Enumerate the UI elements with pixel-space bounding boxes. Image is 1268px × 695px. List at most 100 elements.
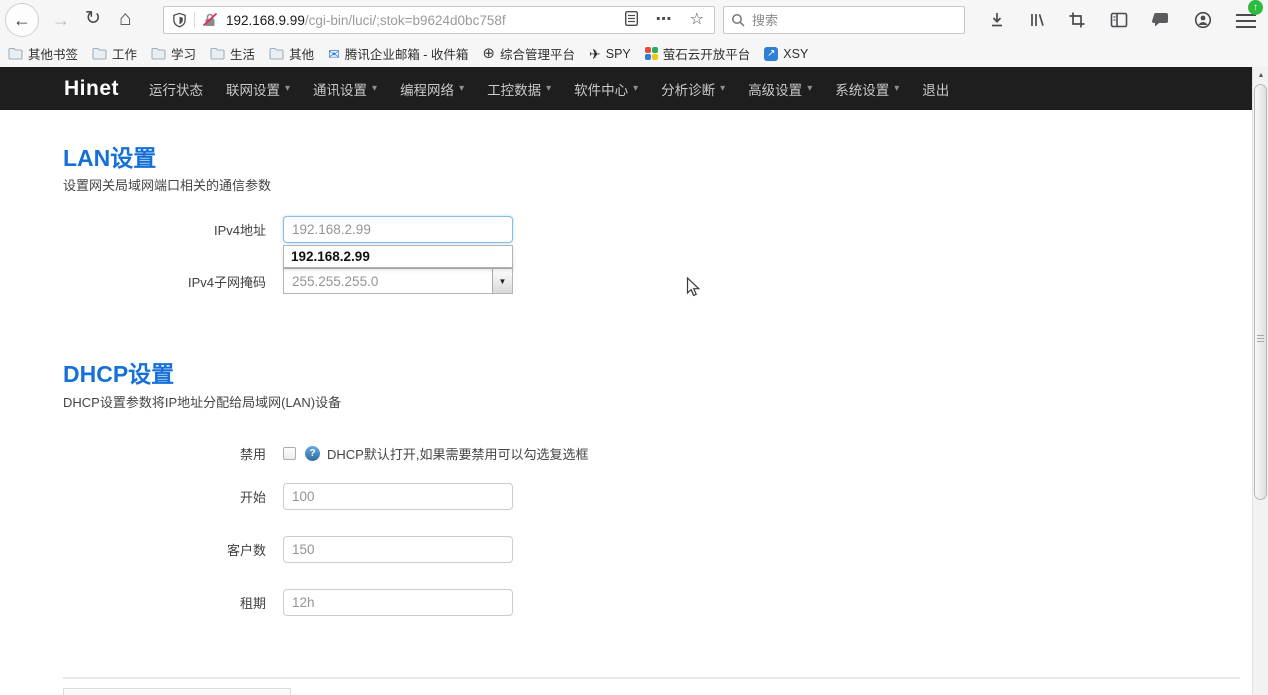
- badge-up-icon: ↑: [1253, 3, 1258, 13]
- chevron-down-icon: ▼: [499, 277, 507, 286]
- chevron-down-icon: ▾: [633, 83, 638, 94]
- select-dropdown-button[interactable]: ▼: [492, 269, 512, 293]
- netmask-select[interactable]: 255.255.255.0 ▼: [283, 268, 513, 294]
- bookmark-folder-misc[interactable]: 其他: [269, 44, 314, 63]
- bookmark-folder-life[interactable]: 生活: [210, 44, 255, 63]
- messages-icon[interactable]: [1152, 11, 1170, 29]
- chevron-down-icon: ▾: [894, 83, 899, 94]
- nav-item-system-settings[interactable]: 系统设置▾: [835, 79, 899, 99]
- next-section-partial: [63, 688, 291, 695]
- ipv4-address-input[interactable]: [283, 216, 513, 243]
- download-icon[interactable]: [988, 11, 1006, 29]
- forward-button[interactable]: →: [52, 11, 70, 29]
- scrollbar-thumb[interactable]: [1254, 84, 1267, 500]
- account-icon[interactable]: [1194, 11, 1212, 29]
- ipv4-address-row: IPv4地址: [0, 216, 513, 243]
- browser-toolbar: ← → ↻ ⌂ 192.168.9.99/cgi-bin/luci/;stok=…: [0, 0, 1268, 40]
- forward-icon: →: [52, 10, 70, 30]
- xsy-icon: ↗: [764, 47, 778, 61]
- search-input[interactable]: [752, 13, 964, 28]
- nav-item-software-center[interactable]: 软件中心▾: [574, 79, 638, 99]
- bookmark-xsy[interactable]: ↗ XSY: [764, 47, 808, 61]
- back-button[interactable]: ←: [5, 3, 39, 37]
- bookmark-ezviz-open-platform[interactable]: 萤石云开放平台: [645, 44, 751, 63]
- site-navbar: Hinet 运行状态 联网设置▾ 通讯设置▾ 编程网络▾ 工控数据▾ 软件中心▾…: [0, 67, 1252, 110]
- scroll-up-icon: ▲: [1258, 72, 1265, 79]
- globe-icon: ⊕: [482, 46, 495, 61]
- dhcp-disable-label: 禁用: [0, 444, 266, 463]
- library-icon[interactable]: [1028, 11, 1046, 29]
- bookmark-management-platform[interactable]: ⊕ 综合管理平台: [482, 44, 575, 63]
- nav-item-advanced-settings[interactable]: 高级设置▾: [748, 79, 812, 99]
- scrollbar-up-button[interactable]: ▲: [1253, 67, 1268, 84]
- home-icon: ⌂: [119, 7, 132, 30]
- update-badge[interactable]: ↑: [1248, 0, 1263, 15]
- nav-item-network-settings[interactable]: 联网设置▾: [226, 79, 290, 99]
- colorful-dots-icon: [645, 47, 658, 60]
- lan-section-subtitle: 设置网关局域网端口相关的通信参数: [63, 175, 271, 194]
- dhcp-disable-checkbox[interactable]: [283, 447, 296, 460]
- url-bar[interactable]: 192.168.9.99/cgi-bin/luci/;stok=b9624d0b…: [163, 6, 715, 34]
- page-content: Hinet 运行状态 联网设置▾ 通讯设置▾ 编程网络▾ 工控数据▾ 软件中心▾…: [0, 67, 1268, 695]
- folder-icon: [8, 47, 23, 60]
- dhcp-lease-label: 租期: [0, 593, 266, 612]
- dhcp-lease-row: 租期: [0, 589, 513, 616]
- bookmark-folder-study[interactable]: 学习: [151, 44, 196, 63]
- tracking-shield-icon[interactable]: [172, 12, 187, 28]
- url-host: 192.168.9.99: [226, 13, 305, 28]
- brand-logo[interactable]: Hinet: [64, 77, 119, 101]
- tencent-mail-icon: ✉: [328, 47, 340, 61]
- autocomplete-suggestion[interactable]: 192.168.2.99: [283, 245, 513, 268]
- folder-icon: [210, 47, 225, 60]
- bookmarks-bar: 其他书签 工作 学习 生活 其他 ✉ 腾讯企业邮箱 - 收件箱 ⊕ 综合管理平台…: [0, 40, 1268, 67]
- sidebar-toggle-icon[interactable]: [1110, 11, 1128, 29]
- folder-icon: [92, 47, 107, 60]
- bookmark-spy[interactable]: ✈ SPY: [589, 47, 631, 61]
- nav-item-programming-network[interactable]: 编程网络▾: [400, 79, 464, 99]
- dhcp-limit-row: 客户数: [0, 536, 513, 563]
- section-divider: [63, 677, 1240, 679]
- menu-icon[interactable]: [1236, 14, 1256, 28]
- page-scrollbar[interactable]: ▲: [1252, 67, 1268, 695]
- search-box[interactable]: [723, 6, 965, 34]
- dhcp-start-row: 开始: [0, 483, 513, 510]
- page-actions-icon[interactable]: ⋯: [656, 12, 672, 28]
- dhcp-limit-input[interactable]: [283, 536, 513, 563]
- back-icon: ←: [13, 11, 31, 29]
- nav-item-comm-settings[interactable]: 通讯设置▾: [313, 79, 377, 99]
- home-button[interactable]: ⌂: [119, 8, 132, 29]
- dhcp-disable-hint: DHCP默认打开,如果需要禁用可以勾选复选框: [327, 444, 588, 463]
- folder-icon: [151, 47, 166, 60]
- insecure-lock-icon[interactable]: [202, 12, 218, 28]
- chevron-down-icon: ▾: [720, 83, 725, 94]
- url-path: /cgi-bin/luci/;stok=b9624d0bc758f: [305, 13, 506, 28]
- reload-button[interactable]: ↻: [85, 9, 101, 28]
- chevron-down-icon: ▾: [459, 83, 464, 94]
- screenshot-crop-icon[interactable]: [1068, 11, 1086, 29]
- bookmark-tencent-mail[interactable]: ✉ 腾讯企业邮箱 - 收件箱: [328, 44, 468, 63]
- browser-window: ← → ↻ ⌂ 192.168.9.99/cgi-bin/luci/;stok=…: [0, 0, 1268, 695]
- netmask-label: IPv4子网掩码: [0, 272, 266, 291]
- nav-item-status[interactable]: 运行状态: [149, 79, 203, 99]
- nav-item-logout[interactable]: 退出: [922, 79, 949, 99]
- plane-icon: ✈: [589, 47, 601, 61]
- bookmark-folder-other-bookmarks[interactable]: 其他书签: [8, 44, 78, 63]
- dhcp-lease-input[interactable]: [283, 589, 513, 616]
- nav-item-industrial-data[interactable]: 工控数据▾: [487, 79, 551, 99]
- dhcp-section-subtitle: DHCP设置参数将IP地址分配给局域网(LAN)设备: [63, 392, 341, 411]
- reader-view-icon[interactable]: [625, 11, 638, 29]
- url-text[interactable]: 192.168.9.99/cgi-bin/luci/;stok=b9624d0b…: [226, 13, 616, 28]
- ipv4-address-label: IPv4地址: [0, 220, 266, 239]
- dhcp-limit-label: 客户数: [0, 540, 266, 559]
- dhcp-start-input[interactable]: [283, 483, 513, 510]
- folder-icon: [269, 47, 284, 60]
- bookmark-folder-work[interactable]: 工作: [92, 44, 137, 63]
- dhcp-section-title: DHCP设置: [63, 355, 174, 389]
- nav-item-diagnostics[interactable]: 分析诊断▾: [661, 79, 725, 99]
- dhcp-start-label: 开始: [0, 487, 266, 506]
- lan-section-title: LAN设置: [63, 139, 156, 173]
- chevron-down-icon: ▾: [807, 83, 812, 94]
- bookmark-star-icon[interactable]: ☆: [690, 12, 704, 28]
- chevron-down-icon: ▾: [372, 83, 377, 94]
- netmask-selected-value: 255.255.255.0: [284, 274, 492, 289]
